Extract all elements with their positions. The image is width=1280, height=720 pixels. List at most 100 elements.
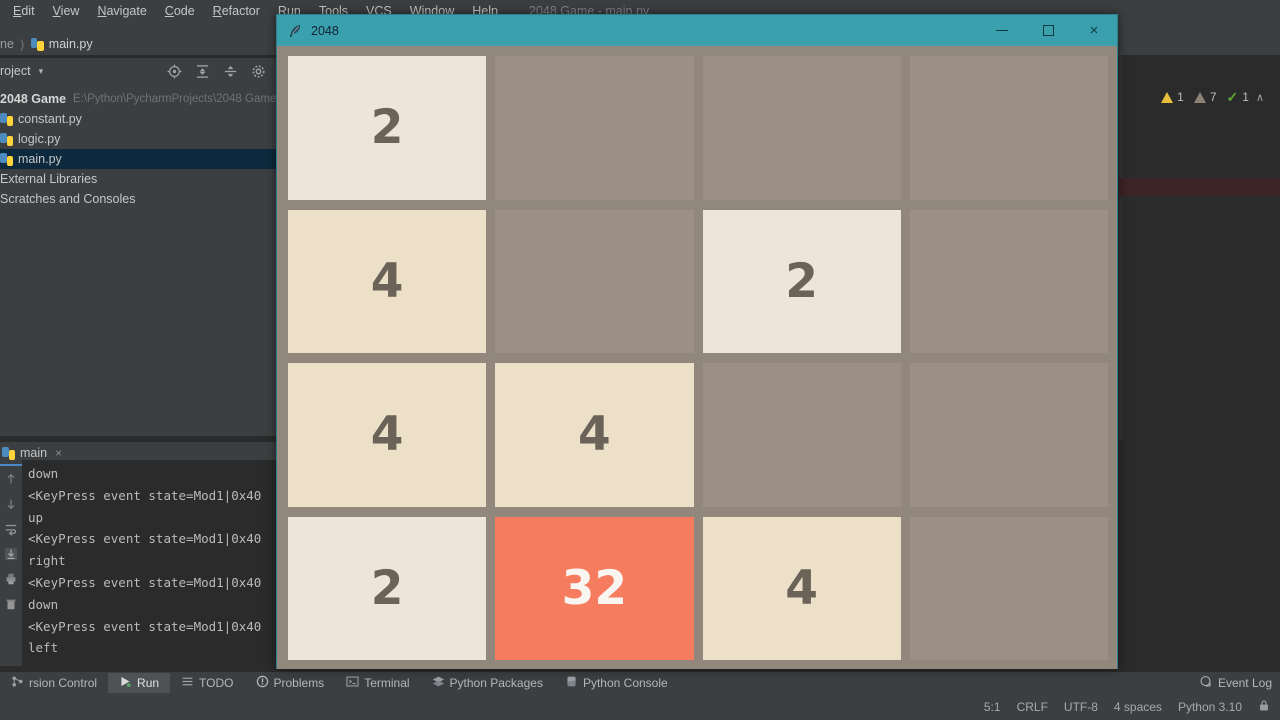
menu-item-navigate[interactable]: Navigate (88, 2, 155, 20)
gear-icon[interactable] (251, 64, 266, 79)
status-interpreter[interactable]: Python 3.10 (1178, 700, 1242, 714)
console-line: left (28, 640, 59, 656)
run-console-sidebar (0, 466, 22, 666)
game-empty-cell (495, 56, 694, 200)
menu-item-refactor[interactable]: Refactor (204, 2, 269, 20)
breadcrumb-parent[interactable]: ne (0, 37, 14, 51)
console-line: <KeyPress event state=Mod1|0x40 (28, 487, 262, 503)
soft-wrap-icon[interactable] (4, 522, 18, 536)
status-bar: 5:1 CRLF UTF-8 4 spaces Python 3.10 (0, 694, 1280, 720)
tree-row-scratches-and-consoles[interactable]: Scratches and Consoles (0, 189, 276, 209)
event-log-label: Event Log (1217, 676, 1272, 690)
scroll-to-end-icon[interactable] (4, 547, 18, 561)
tool-window-label: TODO (199, 676, 234, 690)
tree-item-label: logic.py (18, 132, 61, 146)
scroll-up-icon[interactable] (4, 472, 18, 486)
breadcrumb-current[interactable]: main.py (49, 37, 93, 51)
game-tile: 4 (288, 209, 487, 353)
tool-window-label: Python Console (582, 676, 668, 690)
minimize-button[interactable] (979, 15, 1025, 46)
ok-count: 1 (1242, 90, 1249, 104)
status-encoding[interactable]: UTF-8 (1064, 700, 1098, 714)
tree-row-main-py[interactable]: main.py (0, 149, 276, 169)
game-window[interactable]: 2048 × 2 4 2 4 4 2 32 4 (276, 14, 1118, 669)
tree-row-logic-py[interactable]: logic.py (0, 129, 276, 149)
check-icon: ✓ (1226, 88, 1239, 105)
trash-icon[interactable] (4, 597, 18, 611)
menu-item-edit[interactable]: Edit (4, 2, 44, 20)
game-tile: 4 (702, 516, 901, 660)
game-tile: 32 (495, 516, 694, 660)
maximize-button[interactable] (1025, 15, 1071, 46)
chevron-up-icon[interactable]: ∧ (1256, 91, 1264, 104)
project-panel-title[interactable]: roject (0, 64, 31, 78)
tool-window-label: rsion Control (29, 676, 98, 690)
run-tab-label: main (20, 446, 48, 460)
close-button[interactable]: × (1071, 15, 1117, 46)
console-line: up (28, 509, 44, 525)
breadcrumb-separator: ⟩ (19, 37, 25, 52)
project-root-name: 2048 Game (0, 92, 67, 106)
python-file-icon (30, 37, 44, 51)
warning-icon (1161, 91, 1174, 103)
tool-window-run[interactable]: Run (108, 673, 171, 693)
event-log-button[interactable]: Event Log (1199, 675, 1280, 691)
print-icon[interactable] (4, 572, 18, 586)
status-bar-right: 5:1 CRLF UTF-8 4 spaces Python 3.10 (984, 699, 1280, 715)
game-tile: 2 (288, 56, 487, 200)
tree-item-label: Scratches and Consoles (0, 192, 136, 206)
feather-icon (287, 23, 303, 39)
tree-row-constant-py[interactable]: constant.py (0, 109, 276, 129)
game-grid[interactable]: 2 4 2 4 4 2 32 4 (288, 56, 1108, 660)
status-indent[interactable]: 4 spaces (1114, 700, 1162, 714)
event-log-icon (1199, 675, 1212, 691)
tool-window-python-packages[interactable]: Python Packages (421, 673, 554, 693)
tool-window-label: Run (137, 676, 160, 690)
menu-item-view[interactable]: View (44, 2, 89, 20)
packages-icon (432, 675, 445, 691)
python-file-icon (2, 446, 15, 460)
menu-item-code[interactable]: Code (156, 2, 204, 20)
run-console-output[interactable]: down <KeyPress event state=Mod1|0x40 up <Ke… (22, 460, 276, 672)
console-line: down (28, 466, 59, 481)
game-tile: 2 (288, 516, 487, 660)
target-icon[interactable] (167, 64, 182, 79)
tool-window-problems[interactable]: Problems (245, 673, 336, 693)
tree-row-project-root[interactable]: 2048 Game E:\Python\PycharmProjects\2048 … (0, 89, 276, 109)
tree-item-label: main.py (18, 152, 62, 166)
tool-window-todo[interactable]: TODO (170, 673, 244, 693)
tree-item-label: External Libraries (0, 172, 98, 186)
game-empty-cell (909, 56, 1108, 200)
tool-window-python-console[interactable]: Python Console (554, 673, 679, 693)
editor-gutter (1119, 55, 1123, 440)
game-window-title: 2048 (311, 23, 339, 38)
inspection-widget[interactable]: 1 7 ✓ 1 ∧ (1161, 88, 1264, 106)
game-tile: 4 (288, 363, 487, 507)
console-line: right (28, 553, 66, 569)
tool-window-rsion-control[interactable]: rsion Control (0, 673, 108, 693)
project-panel-tools (167, 64, 276, 79)
scroll-down-icon[interactable] (4, 497, 18, 511)
python-file-icon (0, 112, 13, 126)
python-file-icon (0, 152, 13, 166)
lock-icon[interactable] (1258, 699, 1270, 715)
close-icon[interactable]: × (55, 446, 62, 460)
status-line-separator[interactable]: CRLF (1017, 700, 1048, 714)
project-tree[interactable]: 2048 Game E:\Python\PycharmProjects\2048 … (0, 84, 276, 436)
expand-all-icon[interactable] (195, 64, 210, 79)
tool-window-terminal[interactable]: Terminal (335, 673, 420, 693)
tool-window-label: Python Packages (449, 676, 543, 690)
tree-row-external-libraries[interactable]: External Libraries (0, 169, 276, 189)
console-line: <KeyPress event state=Mod1|0x40 (28, 531, 262, 547)
game-title-bar[interactable]: 2048 × (277, 15, 1117, 46)
todo-icon (181, 675, 194, 691)
collapse-all-icon[interactable] (223, 64, 238, 79)
tool-window-label: Problems (273, 676, 325, 690)
chevron-down-icon[interactable]: ▾ (39, 66, 44, 77)
game-empty-cell (909, 363, 1108, 507)
game-board-container: 2 4 2 4 4 2 32 4 (277, 46, 1117, 669)
weak-warning-count: 7 (1209, 90, 1217, 104)
status-caret-position[interactable]: 5:1 (984, 700, 1001, 714)
window-controls: × (979, 15, 1117, 46)
weak-warning-icon (1193, 91, 1206, 103)
